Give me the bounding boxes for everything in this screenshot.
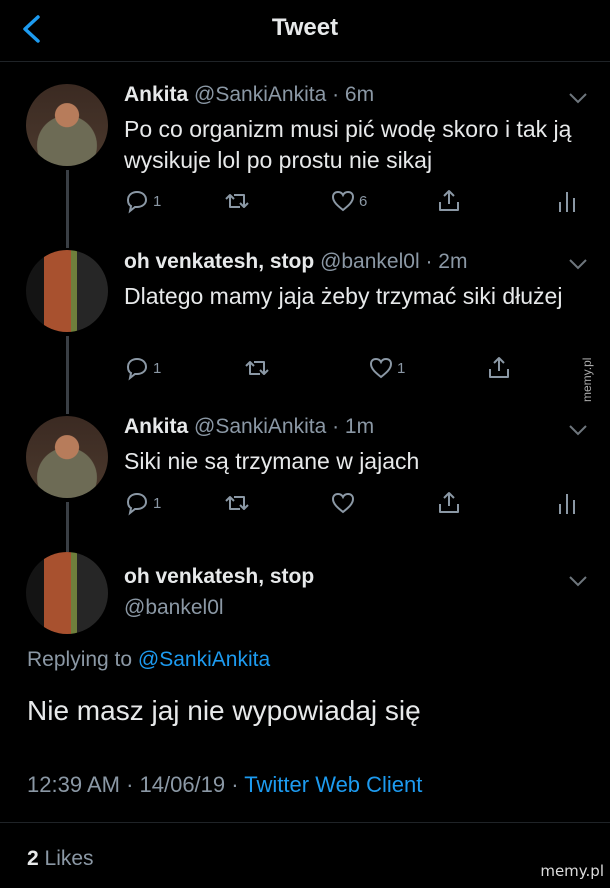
tweet-meta: 12:39 AM · 14/06/19 · Twitter Web Client: [27, 772, 422, 798]
reply-count: 1: [153, 359, 162, 377]
likes-count[interactable]: 2 Likes: [27, 847, 94, 871]
analytics-icon: [559, 494, 575, 514]
reply-button[interactable]: 1: [124, 187, 161, 215]
side-watermark: memy.pl: [580, 357, 594, 402]
tweet-author: Ankita @SankiAnkita · 6m: [124, 83, 374, 107]
chevron-down-icon[interactable]: [567, 574, 589, 588]
heart-icon: [331, 492, 355, 514]
analytics-button[interactable]: [554, 489, 580, 517]
analytics-button[interactable]: [554, 187, 580, 215]
timestamp: 12:39 AM · 14/06/19 ·: [27, 772, 245, 797]
reply-icon: [126, 357, 148, 381]
client-link[interactable]: Twitter Web Client: [244, 772, 422, 797]
author-name-text: oh venkatesh, stop: [124, 565, 315, 588]
likes-label: Likes: [38, 847, 94, 870]
author-name[interactable]: oh venkatesh, stop: [124, 250, 314, 273]
retweet-icon: [245, 361, 269, 375]
replying-prefix: Replying to: [27, 648, 138, 671]
reply-count: 1: [153, 494, 162, 512]
avatar[interactable]: [26, 84, 108, 166]
share-button[interactable]: [436, 489, 462, 517]
tweet-author: Ankita @SankiAnkita · 1m: [124, 415, 374, 439]
share-button[interactable]: [486, 354, 512, 382]
watermark: memy.pl: [540, 862, 604, 880]
avatar[interactable]: [26, 250, 108, 332]
tweet-text: Dlatego mamy jaja żeby trzymać siki dłuż…: [124, 283, 563, 309]
reply-icon: [126, 190, 148, 214]
thread-line: [66, 170, 69, 248]
author-handle: @SankiAnkita · 6m: [194, 83, 375, 106]
retweet-icon: [225, 496, 249, 510]
author-name[interactable]: Ankita: [124, 415, 188, 438]
author-name[interactable]: oh venkatesh, stop: [124, 565, 314, 589]
analytics-icon: [559, 192, 575, 212]
author-handle: @SankiAnkita · 1m: [194, 415, 375, 438]
reply-button[interactable]: 1: [124, 489, 161, 517]
thread-line: [66, 502, 69, 552]
like-button[interactable]: 1: [368, 354, 405, 382]
share-icon: [439, 190, 459, 211]
share-button[interactable]: [436, 187, 462, 215]
tweet-actions: 1 1: [124, 354, 594, 382]
tweet-actions: 1: [124, 489, 594, 517]
author-handle-text: @bankel0l: [124, 596, 224, 619]
author-handle: @bankel0l · 2m: [320, 250, 468, 273]
share-icon: [439, 492, 459, 513]
divider: [0, 822, 610, 823]
reply-icon: [126, 492, 148, 516]
tweet-author: oh venkatesh, stop @bankel0l · 2m: [124, 250, 467, 274]
tweet-actions: 1 6: [124, 187, 594, 215]
replying-to-link[interactable]: @SankiAnkita: [138, 648, 270, 671]
page-title: Tweet: [271, 14, 339, 41]
avatar[interactable]: [26, 416, 108, 498]
likes-number: 2: [27, 847, 39, 870]
reply-button[interactable]: 1: [124, 354, 161, 382]
tweet-text: Po co organizm musi pić wodę skoro i tak…: [124, 116, 572, 173]
replying-to: Replying to @SankiAnkita: [27, 648, 270, 672]
retweet-icon: [225, 194, 249, 208]
author-handle: @bankel0l: [124, 596, 224, 620]
chevron-down-icon[interactable]: [567, 423, 589, 437]
chevron-down-icon[interactable]: [567, 91, 589, 105]
top-bar: Tweet: [0, 0, 610, 62]
main-tweet-text: Nie masz jaj nie wypowiadaj się: [27, 695, 421, 726]
reply-count: 1: [153, 192, 162, 210]
heart-icon: [369, 357, 393, 379]
share-icon: [489, 357, 509, 378]
like-count: 1: [397, 359, 406, 377]
retweet-button[interactable]: [244, 354, 273, 382]
chevron-down-icon[interactable]: [567, 257, 589, 271]
thread-line: [66, 336, 69, 414]
avatar[interactable]: [26, 552, 108, 634]
heart-icon: [331, 190, 355, 212]
like-button[interactable]: [330, 489, 356, 517]
author-name[interactable]: Ankita: [124, 83, 188, 106]
like-count: 6: [359, 192, 368, 210]
retweet-button[interactable]: [224, 489, 250, 517]
retweet-button[interactable]: [224, 187, 253, 215]
like-button[interactable]: 6: [330, 187, 367, 215]
tweet-text: Siki nie są trzymane w jajach: [124, 448, 420, 474]
